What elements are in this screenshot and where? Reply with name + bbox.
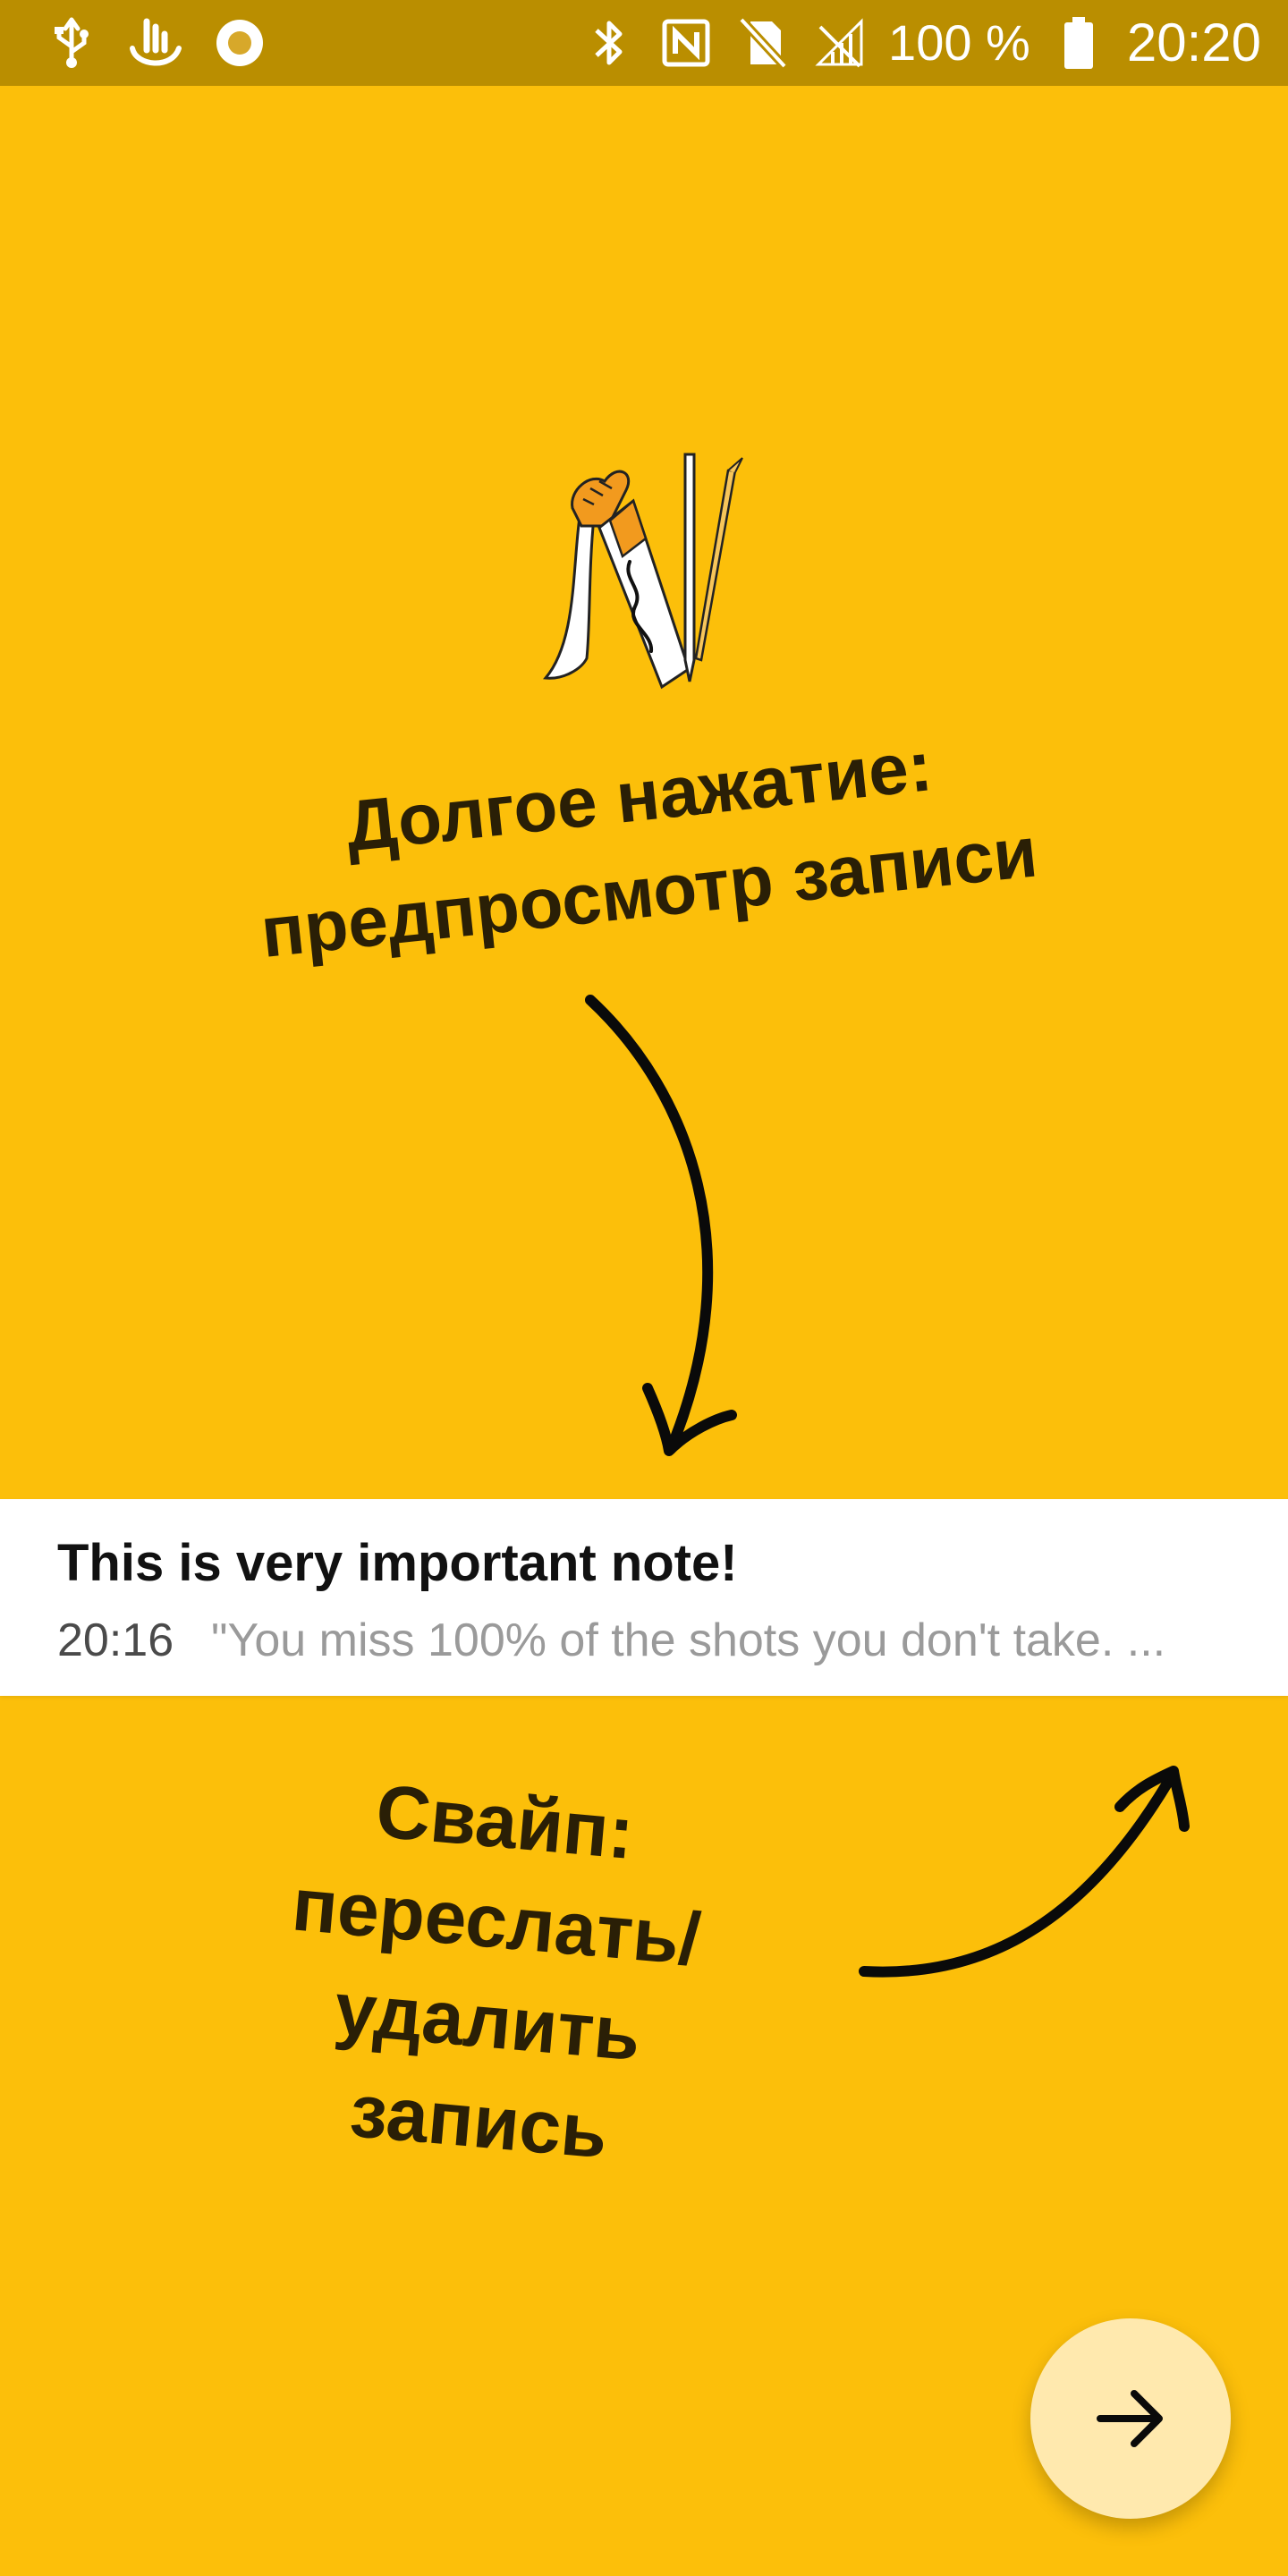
battery-percent: 100 % xyxy=(888,14,1030,71)
app-logo xyxy=(537,445,751,696)
note-list-item[interactable]: This is very important note! 20:16 "You … xyxy=(0,1499,1288,1696)
long-press-hint: Долгое нажатие: предпросмотр записи xyxy=(257,725,1041,973)
note-preview: "You miss 100% of the shots you don't ta… xyxy=(211,1614,1166,1666)
nfc-icon xyxy=(657,14,715,72)
status-bar: 100 % 20:20 xyxy=(0,0,1288,86)
next-button[interactable] xyxy=(1030,2318,1231,2519)
battery-icon xyxy=(1050,14,1107,72)
status-time: 20:20 xyxy=(1126,13,1261,72)
no-sim-icon xyxy=(734,14,792,72)
touch-icon xyxy=(127,14,184,72)
record-icon xyxy=(211,14,268,72)
arrow-right-icon xyxy=(1097,2390,1163,2447)
signal-off-icon xyxy=(811,14,869,72)
status-bar-left xyxy=(43,14,268,72)
status-bar-right: 100 % 20:20 xyxy=(580,11,1261,75)
note-time: 20:16 xyxy=(57,1614,174,1666)
note-title: This is very important note! xyxy=(57,1534,738,1592)
arrow-curved-icon xyxy=(859,1766,1190,1978)
usb-icon xyxy=(43,14,100,72)
arrow-down-icon xyxy=(585,995,737,1456)
bluetooth-icon xyxy=(580,14,638,72)
swipe-hint: Свайп: переслать/ удалить запись xyxy=(288,1768,704,2174)
